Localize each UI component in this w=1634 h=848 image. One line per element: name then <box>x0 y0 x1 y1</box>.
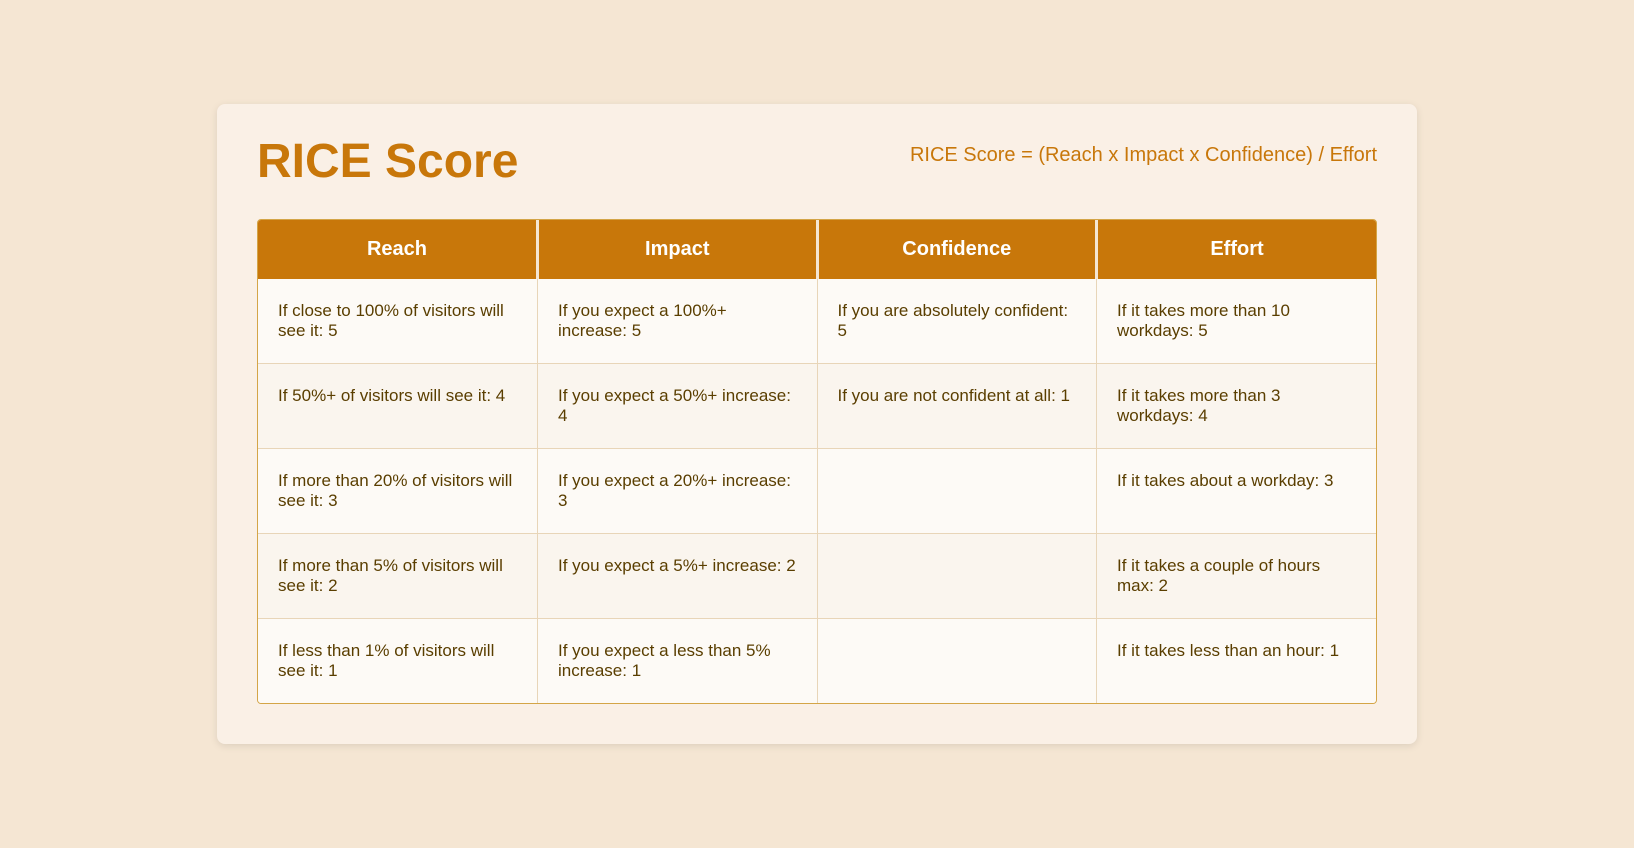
cell-reach: If less than 1% of visitors will see it:… <box>258 619 538 704</box>
cell-impact: If you expect a 5%+ increase: 2 <box>538 534 818 619</box>
cell-reach: If more than 20% of visitors will see it… <box>258 449 538 534</box>
cell-confidence <box>817 534 1097 619</box>
table-row: If more than 20% of visitors will see it… <box>258 449 1376 534</box>
col-impact: Impact <box>538 220 818 279</box>
col-reach: Reach <box>258 220 538 279</box>
table-row: If 50%+ of visitors will see it: 4If you… <box>258 364 1376 449</box>
main-container: RICE Score RICE Score = (Reach x Impact … <box>217 104 1417 744</box>
cell-confidence <box>817 619 1097 704</box>
cell-confidence: If you are not confident at all: 1 <box>817 364 1097 449</box>
table-row: If close to 100% of visitors will see it… <box>258 279 1376 364</box>
col-effort: Effort <box>1097 220 1377 279</box>
cell-confidence: If you are absolutely confident: 5 <box>817 279 1097 364</box>
cell-confidence <box>817 449 1097 534</box>
rice-table: Reach Impact Confidence Effort If close … <box>258 220 1376 703</box>
col-confidence: Confidence <box>817 220 1097 279</box>
rice-table-wrapper: Reach Impact Confidence Effort If close … <box>257 219 1377 704</box>
cell-effort: If it takes more than 10 workdays: 5 <box>1097 279 1377 364</box>
table-row: If less than 1% of visitors will see it:… <box>258 619 1376 704</box>
cell-reach: If 50%+ of visitors will see it: 4 <box>258 364 538 449</box>
table-header-row: Reach Impact Confidence Effort <box>258 220 1376 279</box>
page-title: RICE Score <box>257 134 518 189</box>
cell-effort: If it takes less than an hour: 1 <box>1097 619 1377 704</box>
cell-impact: If you expect a 50%+ increase: 4 <box>538 364 818 449</box>
cell-impact: If you expect a less than 5% increase: 1 <box>538 619 818 704</box>
header: RICE Score RICE Score = (Reach x Impact … <box>257 134 1377 189</box>
table-row: If more than 5% of visitors will see it:… <box>258 534 1376 619</box>
cell-effort: If it takes a couple of hours max: 2 <box>1097 534 1377 619</box>
cell-effort: If it takes more than 3 workdays: 4 <box>1097 364 1377 449</box>
formula-text: RICE Score = (Reach x Impact x Confidenc… <box>910 134 1377 167</box>
cell-reach: If more than 5% of visitors will see it:… <box>258 534 538 619</box>
cell-reach: If close to 100% of visitors will see it… <box>258 279 538 364</box>
cell-impact: If you expect a 100%+ increase: 5 <box>538 279 818 364</box>
cell-effort: If it takes about a workday: 3 <box>1097 449 1377 534</box>
cell-impact: If you expect a 20%+ increase: 3 <box>538 449 818 534</box>
